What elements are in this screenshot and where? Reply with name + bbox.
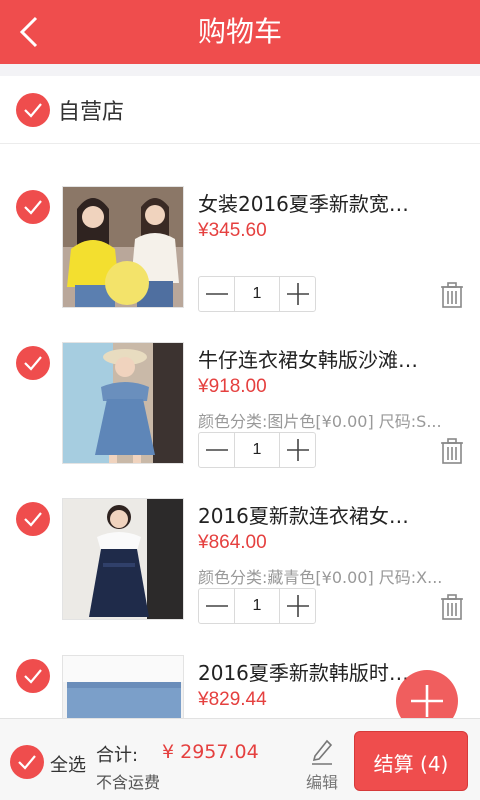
plus-icon [287,595,309,617]
decrement-button[interactable] [199,277,235,311]
edit-label: 编辑 [306,773,339,792]
select-all-label[interactable]: 全选 [50,751,86,777]
delete-button[interactable] [440,438,464,464]
item-price: ¥864.00 [198,532,267,553]
quantity-value[interactable]: 1 [235,433,279,467]
plus-icon [411,685,443,717]
quantity-stepper: 1 [198,276,316,312]
store-checkbox[interactable] [16,93,50,127]
plus-icon [287,439,309,461]
item-title[interactable]: 2016夏新款连衣裙女… [198,500,468,529]
trash-icon [441,594,463,620]
app-header: 购物车 [0,0,480,64]
increment-button[interactable] [279,277,315,311]
trash-icon [441,282,463,308]
checkout-label: 结算 (4) [373,752,449,776]
select-all-checkbox[interactable] [10,745,44,779]
divider [0,64,480,76]
item-price: ¥918.00 [198,376,267,397]
cart-item: 2016夏新款连衣裙女… ¥864.00 颜色分类:藏青色[¥0.00] 尺码:… [0,498,480,654]
item-checkbox[interactable] [16,190,50,224]
pencil-icon [312,739,333,765]
item-spec[interactable]: 颜色分类:图片色[¥0.00] 尺码:S... [198,408,464,432]
check-icon [24,356,42,371]
total-label: 合计: [96,745,139,766]
plus-icon [287,283,309,305]
page-title: 购物车 [197,15,282,48]
product-image[interactable] [62,498,184,620]
quantity-stepper: 1 [198,432,316,468]
check-icon [24,200,42,215]
edit-button[interactable]: 编辑 [300,733,346,793]
total-value: ¥ 2957.04 [162,741,259,763]
item-title[interactable]: 女装2016夏季新款宽… [198,188,468,217]
product-image[interactable] [62,186,184,308]
check-icon [24,669,42,684]
increment-button[interactable] [279,433,315,467]
item-checkbox[interactable] [16,659,50,693]
product-image[interactable] [62,342,184,464]
store-name: 自营店 [58,100,125,125]
check-icon [24,103,42,118]
item-spec[interactable]: 颜色分类:藏青色[¥0.00] 尺码:X... [198,564,464,588]
decrement-button[interactable] [199,433,235,467]
minus-icon [206,605,228,607]
cart-item: 女装2016夏季新款宽… ¥345.60 1 [0,186,480,342]
check-icon [18,755,36,770]
item-price: ¥345.60 [198,220,267,241]
checkout-button[interactable]: 结算 (4) [354,731,468,791]
item-checkbox[interactable] [16,502,50,536]
check-icon [24,512,42,527]
item-title[interactable]: 牛仔连衣裙女韩版沙滩… [198,344,468,373]
decrement-button[interactable] [199,589,235,623]
product-image[interactable] [62,655,184,719]
increment-button[interactable] [279,589,315,623]
quantity-value[interactable]: 1 [235,277,279,311]
item-checkbox[interactable] [16,346,50,380]
quantity-value[interactable]: 1 [235,589,279,623]
delete-button[interactable] [440,594,464,620]
minus-icon [206,293,228,295]
minus-icon [206,449,228,451]
item-price: ¥829.44 [198,689,267,710]
delete-button[interactable] [440,282,464,308]
cart-item: 牛仔连衣裙女韩版沙滩… ¥918.00 颜色分类:图片色[¥0.00] 尺码:S… [0,342,480,498]
checkout-bar: 全选 合计: ¥ 2957.04 不含运费 编辑 结算 (4) [0,718,480,800]
quantity-stepper: 1 [198,588,316,624]
shipping-note: 不含运费 [96,773,161,792]
trash-icon [441,438,463,464]
store-row: 自营店 [0,76,480,144]
